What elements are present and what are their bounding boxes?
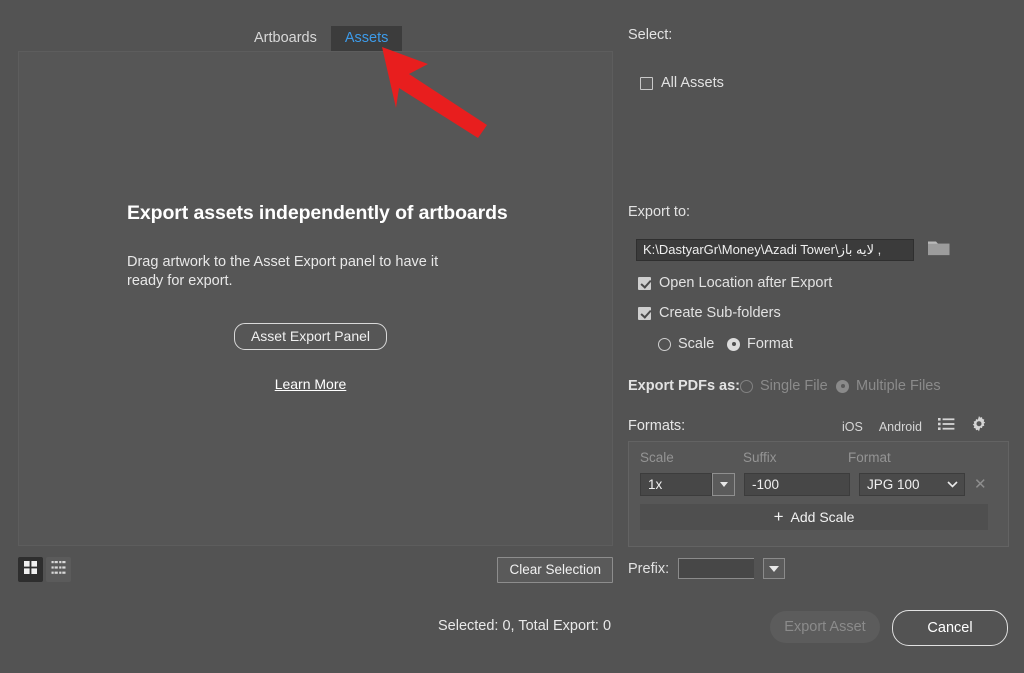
add-scale-button[interactable]: + Add Scale: [640, 504, 988, 530]
asset-export-panel-button[interactable]: Asset Export Panel: [233, 323, 388, 350]
canvas-toolbar: Clear Selection: [18, 557, 613, 587]
open-location-label: Open Location after Export: [659, 275, 833, 291]
preset-android-button[interactable]: Android: [879, 420, 922, 434]
format-table: Scale Suffix Format 1x -100 JPG 100 ✕ + …: [628, 441, 1009, 547]
scale-radio[interactable]: [658, 337, 671, 351]
create-subfolders-row[interactable]: Create Sub-folders: [638, 305, 781, 321]
empty-state-headline: Export assets independently of artboards: [127, 202, 508, 224]
grid-view-icon: [23, 560, 38, 580]
view-toggle-group: [18, 557, 71, 582]
create-subfolders-label: Create Sub-folders: [659, 305, 781, 321]
empty-state: Export assets independently of artboards…: [19, 202, 612, 394]
export-pdfs-label: Export PDFs as:: [628, 378, 740, 394]
format-presets-group: iOS Android: [842, 416, 987, 437]
table-row: 1x -100 JPG 100 ✕: [640, 473, 987, 496]
scale-radio-label: Scale: [678, 336, 715, 352]
export-settings-panel: Select: All Assets Export to: K:\Dastyar…: [614, 0, 1024, 600]
tab-artboards[interactable]: Artboards: [240, 26, 331, 53]
add-scale-label: Add Scale: [790, 509, 855, 525]
scale-select[interactable]: 1x: [640, 473, 712, 496]
multiple-files-label: Multiple Files: [856, 378, 941, 394]
scale-select-arrow[interactable]: [712, 473, 735, 496]
list-view-button[interactable]: [46, 557, 71, 582]
subfolder-mode-format[interactable]: Format: [727, 336, 793, 352]
open-location-checkbox[interactable]: [638, 276, 651, 290]
gear-icon[interactable]: [971, 416, 987, 437]
all-assets-row[interactable]: All Assets: [640, 75, 724, 91]
chevron-down-icon: [947, 481, 958, 488]
format-select[interactable]: JPG 100: [859, 473, 965, 496]
list-view-icon: [51, 560, 66, 580]
cancel-button[interactable]: Cancel: [892, 610, 1008, 646]
tab-assets-label: Assets: [344, 30, 389, 46]
all-assets-label: All Assets: [661, 75, 724, 91]
prefix-input[interactable]: [678, 558, 755, 579]
remove-row-close-icon[interactable]: ✕: [974, 477, 987, 492]
prefix-dropdown-arrow[interactable]: [763, 558, 786, 579]
prefix-label: Prefix:: [628, 560, 670, 577]
select-section-label: Select:: [628, 27, 673, 43]
single-file-radio[interactable]: [740, 379, 753, 393]
learn-more-link[interactable]: Learn More: [275, 376, 347, 392]
export-path-row: K:\DastyarGr\Money\Azadi Tower\لایه باز …: [636, 238, 951, 262]
create-subfolders-checkbox[interactable]: [638, 306, 651, 320]
plus-icon: +: [773, 506, 784, 526]
dialog-footer: Selected: 0, Total Export: 0 Export Asse…: [0, 600, 1024, 673]
export-asset-button[interactable]: Export Asset: [770, 611, 880, 643]
prefix-row: Prefix:: [628, 558, 786, 579]
selection-status: Selected: 0, Total Export: 0: [438, 618, 612, 634]
suffix-input[interactable]: -100: [744, 473, 850, 496]
format-radio-label: Format: [747, 336, 793, 352]
preset-ios-button[interactable]: iOS: [842, 420, 863, 434]
format-radio[interactable]: [727, 337, 740, 351]
export-to-label: Export to:: [628, 204, 691, 220]
pdf-single-file-option[interactable]: Single File: [740, 378, 828, 394]
formats-label: Formats:: [628, 418, 686, 434]
clear-selection-button[interactable]: Clear Selection: [497, 557, 613, 583]
col-scale-header: Scale: [640, 450, 674, 465]
tab-assets[interactable]: Assets: [330, 26, 403, 53]
format-select-value: JPG 100: [867, 477, 920, 492]
chevron-down-icon: [719, 482, 728, 487]
empty-state-subtext: Drag artwork to the Asset Export panel t…: [127, 254, 439, 289]
pdf-multiple-files-option[interactable]: Multiple Files: [836, 378, 941, 394]
assets-canvas[interactable]: Export assets independently of artboards…: [18, 51, 613, 546]
open-location-row[interactable]: Open Location after Export: [638, 275, 832, 291]
asset-export-dialog: Artboards Assets Export assets independe…: [0, 0, 1024, 673]
col-format-header: Format: [848, 450, 891, 465]
export-path-input[interactable]: K:\DastyarGr\Money\Azadi Tower\لایه باز …: [636, 239, 914, 261]
format-table-header: Scale Suffix Format: [640, 450, 891, 465]
single-file-label: Single File: [760, 378, 828, 394]
all-assets-checkbox[interactable]: [640, 76, 653, 90]
multiple-files-radio[interactable]: [836, 379, 849, 393]
list-presets-icon[interactable]: [937, 417, 955, 436]
tab-artboards-label: Artboards: [254, 30, 317, 46]
folder-icon[interactable]: [927, 238, 951, 262]
col-suffix-header: Suffix: [743, 450, 777, 465]
tab-bar: Artboards Assets: [0, 26, 614, 53]
chevron-down-icon: [769, 565, 780, 572]
subfolder-mode-scale[interactable]: Scale: [658, 336, 714, 352]
grid-view-button[interactable]: [18, 557, 43, 582]
